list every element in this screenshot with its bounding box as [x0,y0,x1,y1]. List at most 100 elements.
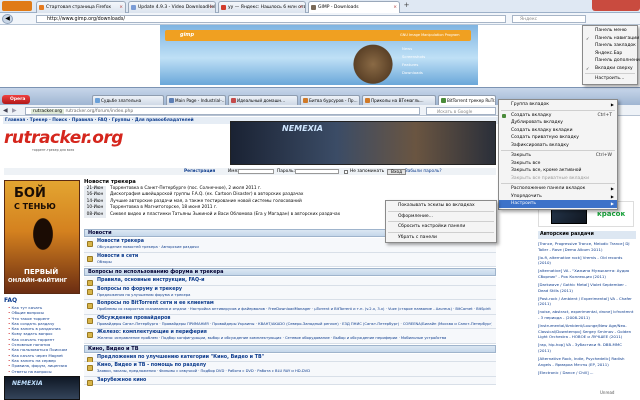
inner-tab[interactable]: Main Page - Industrial-... [166,95,226,105]
forum-title[interactable]: Новости в сети [97,254,138,259]
author-release-link[interactable]: [Post-rock / Ambient / Experimental] VA … [538,296,636,307]
faq-item[interactable]: • Ответы на вопросы [8,369,67,374]
gimp-nav-downloads[interactable]: Downloads [402,69,425,77]
inner-tab[interactable]: BitTorrent трекер RuTr... [438,95,496,105]
forum-subforums[interactable]: Обсуждение новостей трекера · Авторские … [97,245,492,249]
forum-row[interactable]: Новости в сети Обзоры [84,252,496,267]
forum-row[interactable]: Предложения по улучшению категории "Кино… [84,353,496,363]
close-tab-icon[interactable]: × [119,2,123,13]
forum-subforums[interactable]: Железо: исправление проблем · Подбор кон… [97,336,492,340]
author-release-link[interactable]: [Alternative Rock, Indie, Psychedelic] R… [538,356,636,367]
tab-menu-item[interactable]: Расположение панели вкладок ▶ [499,185,617,193]
forum-subforums[interactable]: Заявки, заказы, предложения · Фильмы с о… [97,369,492,373]
new-tab-button[interactable]: + [402,1,411,11]
login-name-input[interactable] [238,169,274,174]
tab-menu-item[interactable]: Группа вкладок ▶ [499,101,617,109]
close-tab-icon[interactable]: × [209,2,213,13]
author-release-link[interactable]: [lo-fi, alternative rock] Vremis - Old r… [538,255,636,266]
gimp-nav-features[interactable]: Features [402,61,425,69]
forum-row[interactable]: Железо: комплектующие и периферия Железо:… [84,329,496,344]
tab-menu-item[interactable]: Зафиксировать вкладку [499,142,617,150]
tab-menu-item[interactable]: Закрыть все, кроме активной [499,167,617,175]
forum-row[interactable]: Кино, Видео и ТВ - помощь по разделу Заяв… [84,362,496,377]
news-item[interactable]: 08-Июн Сиквел видео и пластинки Татьяны З… [84,211,340,218]
outer-tab[interactable]: Update 4.9.3 - Video DownloadHelper × [128,1,216,13]
gimp-nav-screenshots[interactable]: Screenshots [402,53,425,61]
inner-tab[interactable]: Судьбе злательна [92,95,164,105]
back-button[interactable]: ◀ [2,14,13,24]
forum-title[interactable]: Кино, Видео и ТВ - помощь по разделу [97,363,206,368]
toolbar-menu-item[interactable]: Панель закладок [583,42,637,50]
inner-tab[interactable]: Приколы на ВТемагль... [362,95,436,105]
author-release-link[interactable]: [Instrumental/Ambient/Lounge/New Age/Neo… [538,323,636,340]
unread-badge[interactable]: Unread [600,390,614,395]
forum-section-header[interactable]: Кино, Видео и ТВ [84,344,496,353]
submenu-item[interactable]: Показывать эскизы во вкладках [386,202,496,210]
site-logo[interactable]: rutracker.org [4,128,123,148]
tab-menu-item[interactable]: Закрыть Ctrl+W [499,152,617,160]
outer-url-field[interactable]: http://www.gimp.org/downloads/ [36,15,506,23]
toolbar-menu-item[interactable]: Панель меню [583,27,637,35]
outer-tab[interactable]: Стартовая страница Firefox × [36,1,126,13]
submenu-item[interactable]: Убрать с панели [386,234,496,242]
forum-subforums[interactable]: Провайдеры Санкт-Петербурга · Провайдеры… [97,322,492,326]
register-link[interactable]: Регистрация [184,168,215,175]
login-button[interactable]: Вход [387,168,407,175]
toolbar-menu-item[interactable]: Яндекс.Бар [583,50,637,58]
forum-row[interactable]: Вопросы по форуму и трекеру Предложения п… [84,285,496,300]
gimp-nav-news[interactable]: News [402,45,425,53]
toolbar-menu-item[interactable]: Панель навигации [583,35,639,43]
inner-forward-button[interactable]: ▶ [12,106,21,115]
outer-search-field[interactable]: Яндекс [512,15,586,23]
opera-menu-button[interactable]: Opera [2,95,30,104]
remember-checkbox[interactable] [344,169,348,174]
author-release-link[interactable]: [rap, hip-hop] VA - Зубастики ft. DBB-MM… [538,342,636,353]
toolbar-menu-item[interactable]: Вкладки сверху [583,65,637,73]
inner-address-field[interactable]: rutracker.org rutracker.org/forum/index.… [25,107,420,115]
firefox-menu-button[interactable] [2,1,32,11]
tab-menu-item[interactable]: Настроить ▶ [499,200,617,208]
tab-menu-item[interactable]: Дублировать вкладку [499,119,617,127]
window-controls[interactable] [592,0,640,11]
tab-menu-item[interactable]: Создать вкладку Ctrl+T [499,112,617,120]
forum-title[interactable]: Вопросы по форуму и трекеру [97,287,182,292]
forum-subforums[interactable]: Проблемы со скоростью скачивания и отдач… [97,307,492,311]
forum-title[interactable]: Железо: комплектующие и периферия [97,330,207,335]
submenu-item[interactable]: Сбросить настройки панели [386,223,496,231]
tab-menu-item[interactable]: Создать приватную вкладку [499,134,617,142]
author-release-link[interactable]: [Darkwave / Gothic Metal] Violet Septemb… [538,282,636,293]
toolbar-menu-item[interactable]: Панель дополнений [583,57,640,65]
forum-title[interactable]: Предложения по улучшению категории "Кино… [97,355,264,360]
author-release-link[interactable]: [alternative] VA - "Хижина Музыканта: Ау… [538,268,636,279]
tab-menu-item[interactable]: Закрыть все [499,160,617,168]
inner-back-button[interactable]: ◀ [3,106,12,115]
tab-menu-item[interactable]: Упорядочить ▶ [499,193,617,201]
forum-subforums[interactable]: Обзоры [97,260,492,264]
submenu-item[interactable]: Оформление... [386,213,496,221]
login-pass-input[interactable] [295,169,339,174]
forgot-password-link[interactable]: Забыли пароль? [405,168,442,175]
close-tab-icon[interactable]: × [393,2,397,13]
author-release-link[interactable]: [Electronic / Dance / Chill] ... [538,370,636,376]
forum-title[interactable]: Обсуждение провайдеров [97,316,170,321]
forum-section-header[interactable]: Вопросы по использованию форума и трекер… [84,268,496,276]
outer-tab[interactable]: GIMP - Downloads × [308,1,400,13]
forum-row[interactable]: Правила, основные инструкции, FAQ-и [84,277,496,286]
forum-title[interactable]: Правила, основные инструкции, FAQ-и [97,278,205,283]
outer-tab[interactable]: yy — Яндекс: Нашлось 6 млн отв... × [218,1,306,13]
forum-title[interactable]: Новости трекера [97,239,144,244]
inner-tab[interactable]: Битва бурсуров - Пр... [300,95,360,105]
close-tab-icon[interactable]: × [299,2,303,13]
top-game-banner[interactable] [230,121,496,165]
author-release-link[interactable]: [Trance, Progressive Trance, Melodic Tra… [538,241,636,252]
inner-tab[interactable]: Идеальный домашн... [228,95,298,105]
forum-title[interactable]: Вопросы по BitTorrent сети и ее клиентам [97,301,214,306]
forum-subforums[interactable]: Предложения по улучшению форума и трекер… [97,293,492,297]
tab-menu-item[interactable]: Создать вкладку вкладки [499,127,617,135]
inner-search-field[interactable]: Искать в Google [426,107,496,115]
forum-row[interactable]: Обсуждение провайдеров Провайдеры Санкт-П… [84,314,496,329]
author-release-link[interactable]: [noise, abstract, experimental, drone] l… [538,309,636,320]
forum-row[interactable]: Вопросы по BitTorrent сети и ее клиентам… [84,300,496,315]
forum-title[interactable]: Зарубежное кино [97,378,146,383]
toolbar-menu-item[interactable]: Настроить... [583,75,637,83]
